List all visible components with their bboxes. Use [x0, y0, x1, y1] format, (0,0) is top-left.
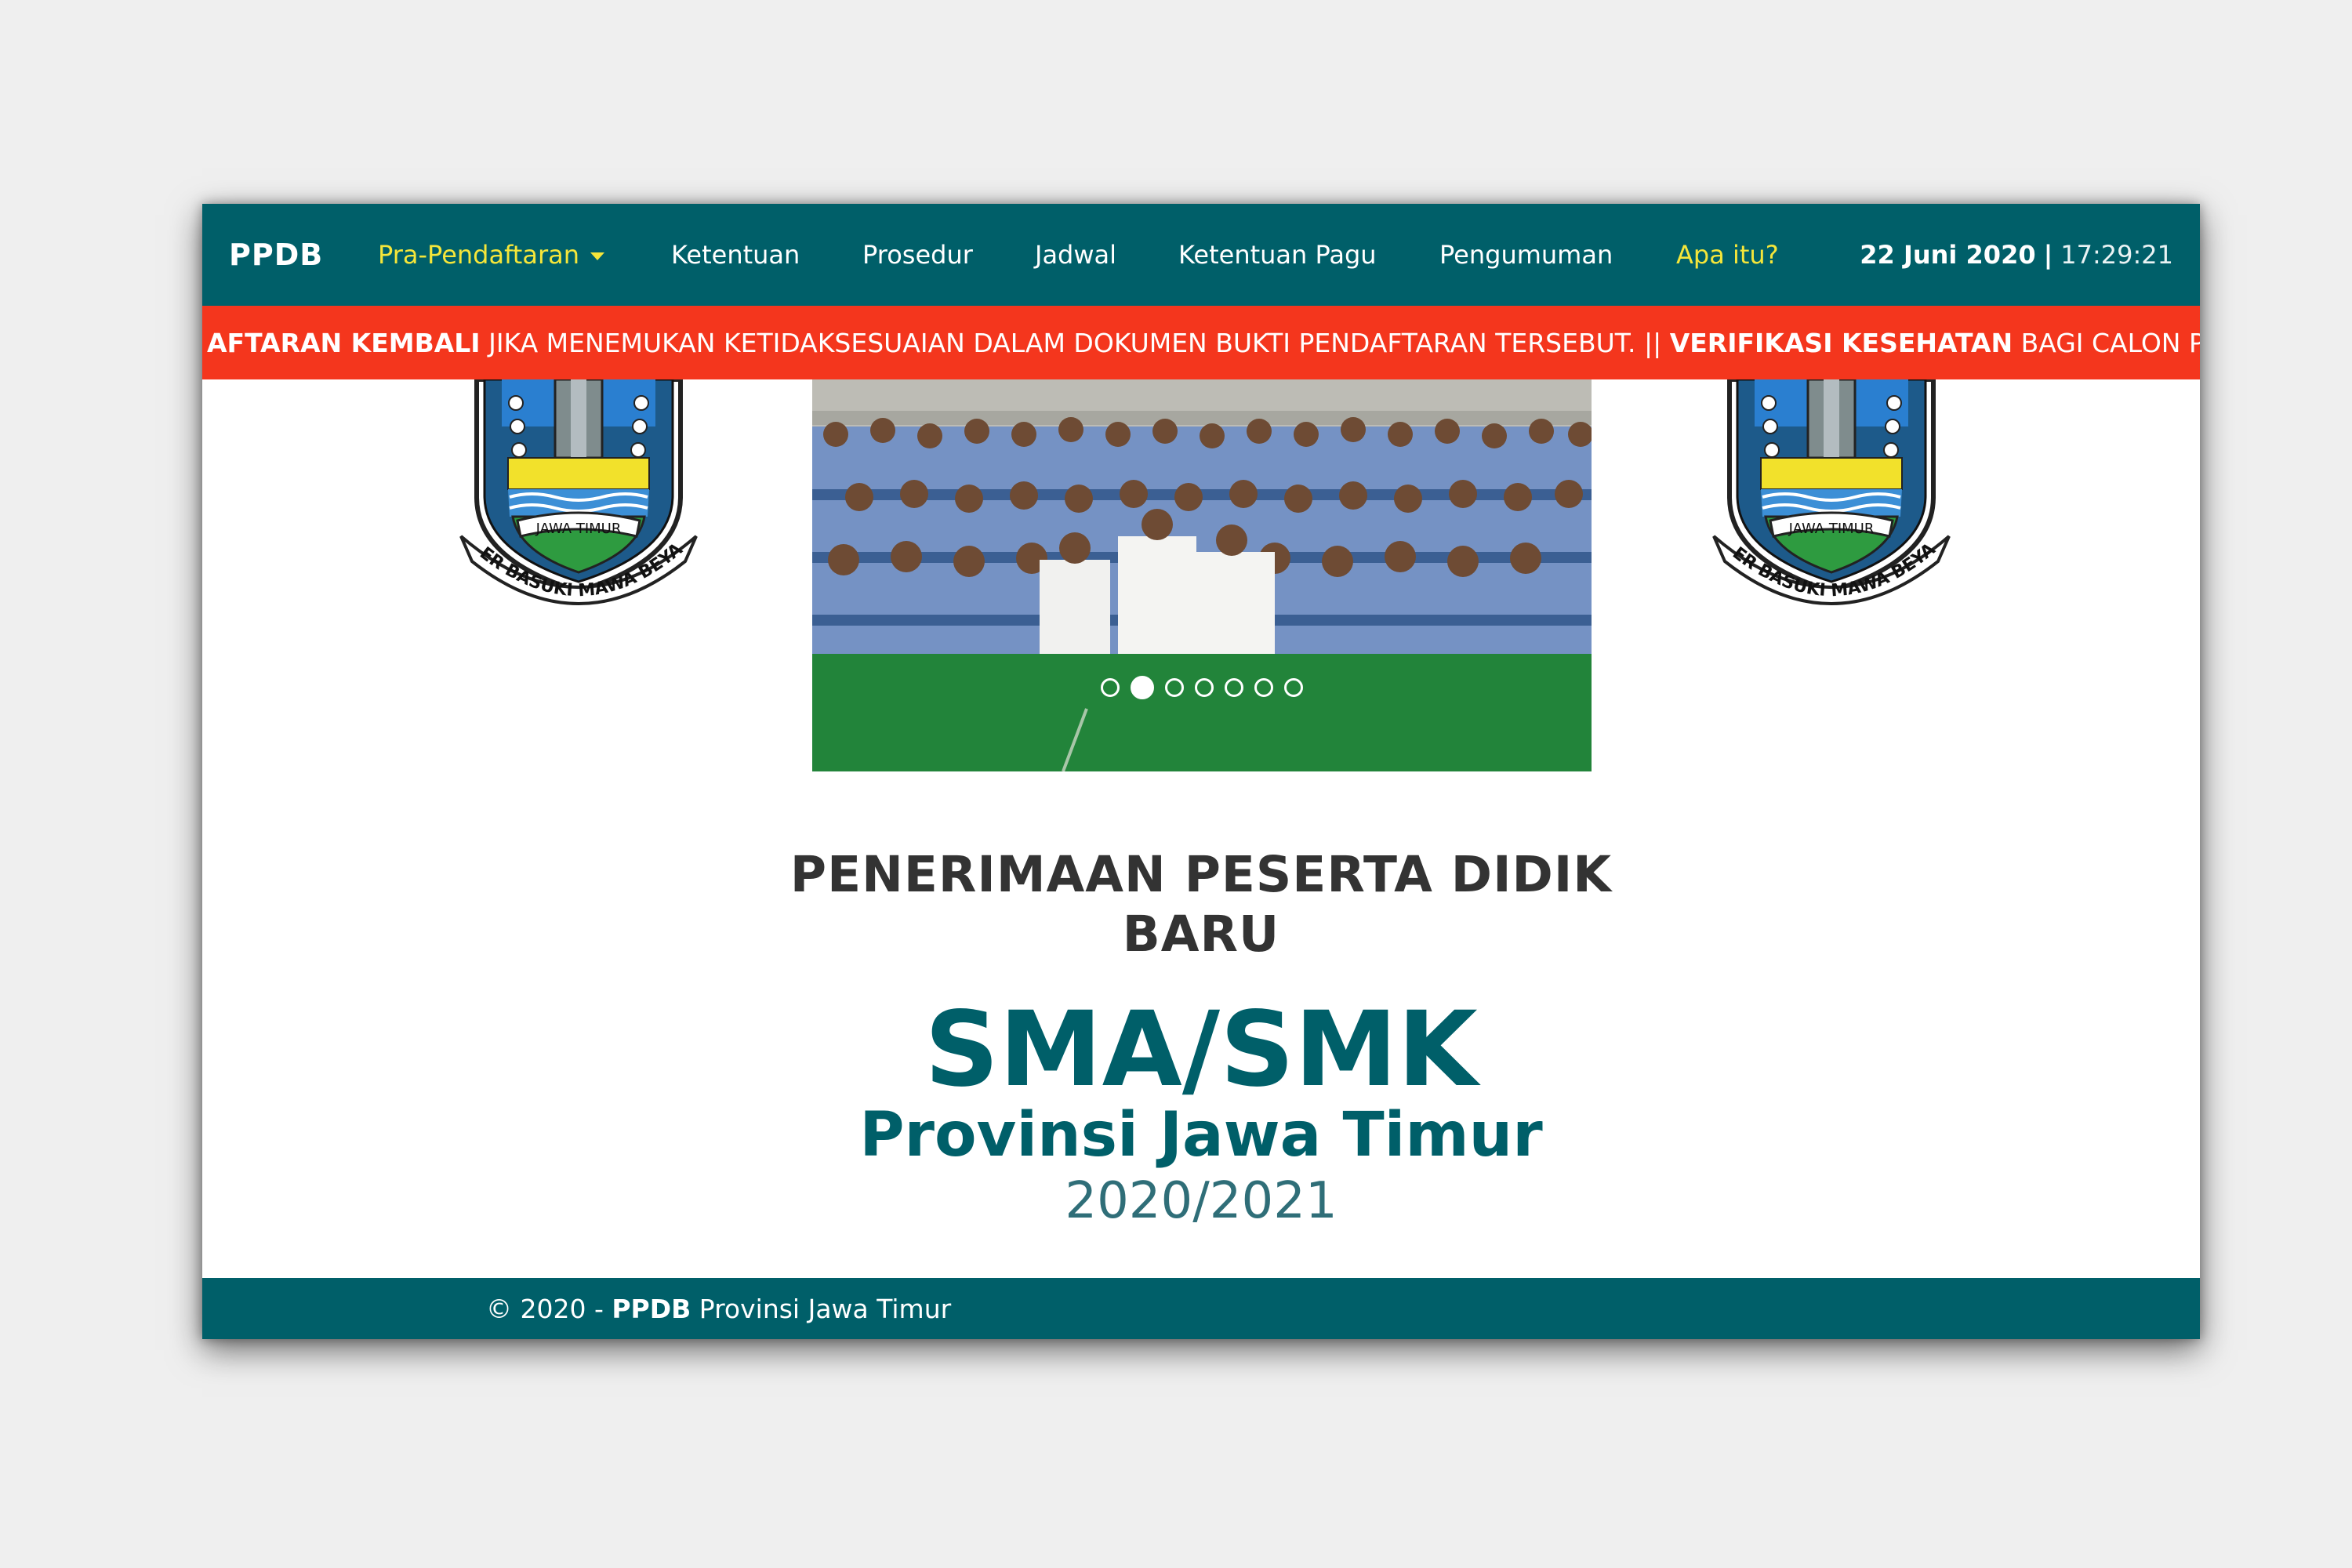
date-time-separator: | — [2043, 240, 2053, 270]
browser-viewport: PPDB Pra-Pendaftaran Ketentuan Prosedur … — [202, 204, 2200, 1339]
current-time: 17:29:21 — [2060, 240, 2173, 270]
jawa-timur-emblem-icon: JAWA TIMUR JER BASUKI MAWA BEYA — [453, 379, 698, 605]
ticker-text: AFTARAN KEMBALI JIKA MENEMUKAN KETIDAKSE… — [207, 306, 2200, 379]
nav-item-ketentuan-pagu[interactable]: Ketentuan Pagu — [1178, 204, 1377, 306]
footer-brand: PPDB — [612, 1293, 691, 1324]
carousel-indicators — [812, 676, 1592, 699]
footer-suffix: Provinsi Jawa Timur — [691, 1293, 952, 1324]
current-date: 22 Juni 2020 — [1860, 240, 2036, 270]
footer-prefix: © 2020 - — [486, 1293, 612, 1324]
hero-title-line-1: PENERIMAAN PESERTA DIDIK — [789, 846, 1613, 903]
nav-item-apa-itu[interactable]: Apa itu? — [1676, 204, 1779, 306]
hero-title: PENERIMAAN PESERTA DIDIK BARU — [202, 845, 2200, 964]
nav-item-jadwal[interactable]: Jadwal — [1035, 204, 1116, 306]
carousel-dot[interactable] — [1195, 678, 1214, 697]
announcement-ticker: AFTARAN KEMBALI JIKA MENEMUKAN KETIDAKSE… — [202, 306, 2200, 379]
ticker-text-2: BAGI CALON PESER — [2020, 327, 2200, 358]
hero-title-line-2: BARU — [1122, 906, 1280, 963]
hero-main-heading: SMA/SMK — [924, 989, 1478, 1110]
carousel-dot[interactable] — [1101, 678, 1120, 697]
nav-item-pengumuman[interactable]: Pengumuman — [1439, 204, 1613, 306]
nav-item-pra-pendaftaran[interactable]: Pra-Pendaftaran — [378, 204, 604, 306]
carousel-dot[interactable] — [1254, 678, 1273, 697]
top-navbar: PPDB Pra-Pendaftaran Ketentuan Prosedur … — [202, 204, 2200, 306]
ticker-bold-1: AFTARAN KEMBALI — [207, 327, 481, 358]
hero-subheading: Provinsi Jawa Timur — [859, 1100, 1543, 1171]
carousel-dot-active[interactable] — [1131, 676, 1154, 699]
caret-down-icon — [590, 252, 604, 260]
nav-item-ketentuan[interactable]: Ketentuan — [671, 204, 800, 306]
emblem-ribbon-text: JAWA TIMUR — [1788, 521, 1875, 537]
photo-carousel[interactable] — [812, 379, 1592, 771]
emblem-ribbon-text: JAWA TIMUR — [535, 521, 622, 537]
nav-item-prosedur[interactable]: Prosedur — [862, 204, 973, 306]
carousel-dot[interactable] — [1284, 678, 1303, 697]
carousel-dot[interactable] — [1165, 678, 1184, 697]
ticker-bold-2: VERIFIKASI KESEHATAN — [1669, 327, 2013, 358]
ticker-text-1: JIKA MENEMUKAN KETIDAKSESUAIAN DALAM DOK… — [480, 327, 1670, 358]
hero-year: 2020/2021 — [1065, 1172, 1338, 1230]
brand-link[interactable]: PPDB — [229, 204, 323, 306]
footer-copyright: © 2020 - PPDB Provinsi Jawa Timur — [486, 1294, 951, 1324]
page-footer: © 2020 - PPDB Provinsi Jawa Timur — [202, 1278, 2200, 1339]
nav-item-label: Pra-Pendaftaran — [378, 240, 579, 270]
carousel-dot[interactable] — [1225, 678, 1243, 697]
date-time-display: 22 Juni 2020 | 17:29:21 — [1860, 204, 2173, 306]
carousel-slide-image — [812, 379, 1592, 771]
jawa-timur-emblem-icon: JAWA TIMUR JER BASUKI MAWA BEYA — [1706, 379, 1951, 605]
